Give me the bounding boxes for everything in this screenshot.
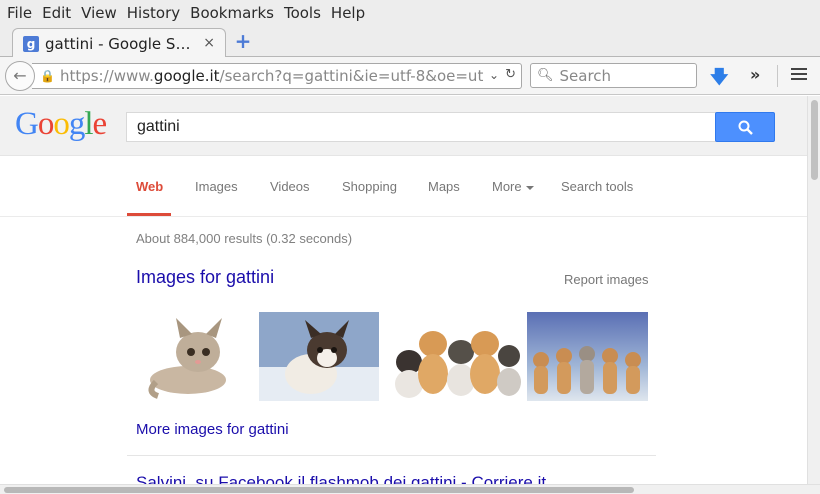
chevron-down-icon[interactable]: ⌄ — [489, 68, 499, 82]
tab-search-tools[interactable]: Search tools — [561, 179, 633, 194]
more-images-link[interactable]: More images for gattini — [136, 421, 289, 438]
menu-tools[interactable]: Tools — [279, 0, 326, 26]
kitten-thumbnail-1[interactable] — [136, 312, 254, 401]
browser-tab[interactable]: g gattini - Google S… × — [12, 28, 226, 58]
caret-down-icon — [525, 185, 534, 190]
search-placeholder: Search — [559, 66, 612, 85]
google-search-input[interactable]: gattini — [126, 112, 716, 142]
search-bar[interactable]: 🔍︎ Search — [530, 63, 697, 88]
menu-bookmarks[interactable]: Bookmarks — [185, 0, 279, 26]
toolbar-separator — [777, 65, 778, 87]
kitten-thumbnail-2[interactable] — [259, 312, 379, 401]
tab-title: gattini - Google S… — [45, 34, 191, 53]
close-tab-icon[interactable]: × — [203, 35, 215, 51]
tab-maps[interactable]: Maps — [428, 179, 460, 194]
arrow-left-icon: ← — [13, 66, 27, 85]
tab-web[interactable]: Web — [136, 179, 163, 194]
lock-icon: 🔒 — [40, 69, 55, 83]
search-icon — [738, 120, 753, 135]
tab-images[interactable]: Images — [195, 179, 238, 194]
results-tabs: Web Images Videos Shopping Maps More Sea… — [0, 157, 807, 217]
google-header: Google gattini — [0, 96, 807, 156]
tab-shopping[interactable]: Shopping — [342, 179, 397, 194]
images-section-title[interactable]: Images for gattini — [136, 267, 274, 288]
tab-more[interactable]: More — [492, 179, 534, 194]
google-favicon-icon: g — [23, 35, 39, 52]
tab-strip: g gattini - Google S… × + — [0, 26, 820, 58]
tab-videos[interactable]: Videos — [270, 179, 310, 194]
overflow-chevron-icon[interactable]: » — [750, 65, 760, 84]
google-logo[interactable]: Google — [15, 106, 107, 143]
menu-history[interactable]: History — [122, 0, 185, 26]
horizontal-scroll-thumb[interactable] — [4, 487, 634, 493]
kitten-thumbnail-4[interactable] — [527, 312, 648, 401]
menu-file[interactable]: File — [2, 0, 37, 26]
menu-hamburger-icon[interactable] — [791, 68, 807, 82]
menu-help[interactable]: Help — [326, 0, 370, 26]
search-icon: 🔍︎ — [537, 68, 554, 83]
menu-bar: File Edit View History Bookmarks Tools H… — [0, 0, 820, 26]
navigation-bar: 🔒 https://www.google.it/search?q=gattini… — [0, 57, 820, 95]
report-images-link[interactable]: Report images — [564, 272, 649, 287]
section-divider — [127, 455, 656, 456]
back-button[interactable]: ← — [5, 61, 35, 91]
result-stats: About 884,000 results (0.32 seconds) — [136, 231, 353, 246]
download-icon[interactable]: 🡇 — [710, 65, 729, 95]
google-search-button[interactable] — [715, 112, 775, 142]
url-bar[interactable]: 🔒 https://www.google.it/search?q=gattini… — [32, 63, 522, 89]
menu-view[interactable]: View — [76, 0, 122, 26]
vertical-scroll-thumb[interactable] — [811, 100, 818, 180]
active-tab-indicator — [127, 213, 171, 216]
kitten-thumbnail-3[interactable] — [383, 312, 524, 401]
horizontal-scrollbar[interactable] — [0, 484, 820, 494]
vertical-scrollbar[interactable] — [807, 96, 820, 484]
reload-icon[interactable]: ↻ — [505, 67, 516, 82]
menu-edit[interactable]: Edit — [37, 0, 76, 26]
new-tab-icon[interactable]: + — [234, 31, 252, 51]
url-text[interactable]: https://www.google.it/search?q=gattini&i… — [60, 67, 490, 85]
